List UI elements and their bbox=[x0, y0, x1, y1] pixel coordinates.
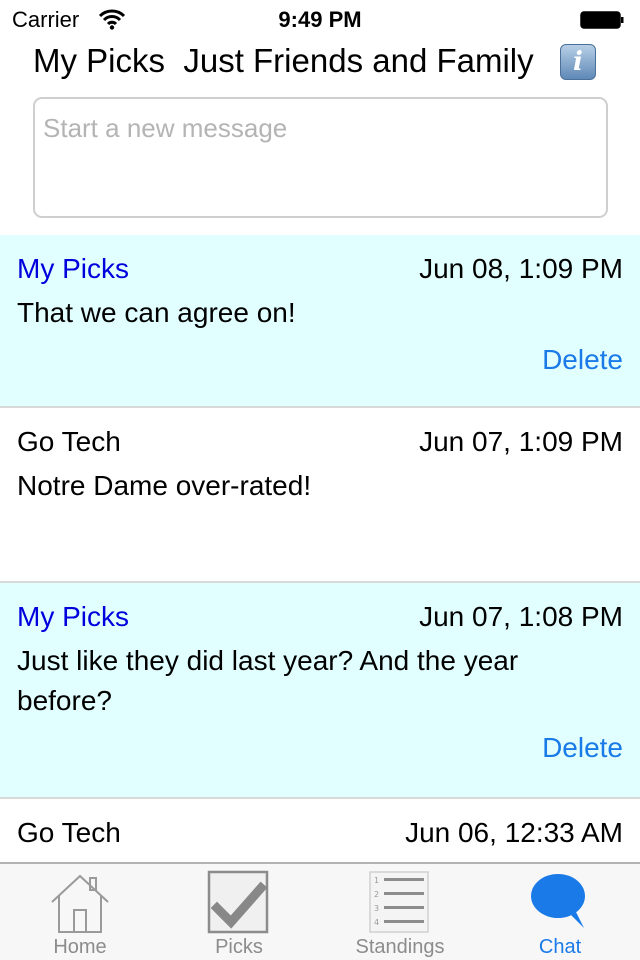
new-message-box[interactable] bbox=[33, 97, 608, 218]
tab-label: Picks bbox=[215, 936, 263, 958]
numbered-list-icon: 1 2 3 4 bbox=[369, 871, 429, 933]
svg-text:2: 2 bbox=[374, 890, 379, 899]
message-item: My Picks Jun 08, 1:09 PM That we can agr… bbox=[0, 235, 640, 408]
chat-bubble-icon bbox=[531, 874, 585, 928]
message-author: Go Tech bbox=[17, 426, 121, 457]
message-author: Go Tech bbox=[17, 817, 121, 848]
new-message-input[interactable] bbox=[35, 99, 606, 216]
delete-button[interactable]: Delete bbox=[542, 732, 623, 764]
message-author: My Picks bbox=[17, 253, 129, 284]
delete-button[interactable]: Delete bbox=[542, 344, 623, 376]
chat-header: My Picks Just Friends and Family i bbox=[0, 40, 640, 90]
message-body: Notre Dame over-rated! bbox=[17, 470, 312, 501]
status-bar: Carrier 9:49 PM bbox=[0, 0, 640, 40]
message-date: Jun 08, 1:09 PM bbox=[419, 253, 623, 284]
page-title: My Picks Just Friends and Family bbox=[33, 42, 534, 79]
tab-label: Chat bbox=[538, 936, 582, 958]
svg-text:4: 4 bbox=[374, 918, 379, 927]
battery-icon bbox=[580, 11, 624, 29]
message-date: Jun 07, 1:08 PM bbox=[419, 601, 623, 632]
svg-text:3: 3 bbox=[374, 904, 379, 913]
message-date: Jun 07, 1:09 PM bbox=[419, 426, 623, 457]
tab-picks[interactable]: Picks bbox=[159, 864, 319, 960]
message-author: My Picks bbox=[17, 601, 129, 632]
message-item: My Picks Jun 07, 1:08 PM Just like they … bbox=[0, 583, 640, 799]
tab-standings[interactable]: 1 2 3 4 Standings bbox=[320, 864, 480, 960]
info-icon[interactable]: i bbox=[560, 44, 596, 80]
message-date: Jun 06, 12:33 AM bbox=[405, 817, 623, 848]
tab-bar: Home Picks 1 2 3 4 Standings Chat bbox=[0, 862, 640, 960]
svg-text:1: 1 bbox=[374, 876, 379, 885]
message-item: Go Tech Jun 07, 1:09 PM Notre Dame over-… bbox=[0, 408, 640, 583]
checkmark-icon bbox=[207, 870, 269, 934]
tab-label: Home bbox=[53, 936, 107, 958]
tab-label: Standings bbox=[355, 936, 445, 958]
tab-chat[interactable]: Chat bbox=[480, 864, 640, 960]
clock: 9:49 PM bbox=[278, 7, 362, 32]
message-item: Go Tech Jun 06, 12:33 AM bbox=[0, 799, 640, 862]
message-body: That we can agree on! bbox=[17, 297, 296, 328]
home-icon bbox=[51, 874, 109, 933]
message-body: Just like they did last year? And the ye… bbox=[17, 645, 519, 716]
message-list[interactable]: My Picks Jun 08, 1:09 PM That we can agr… bbox=[0, 235, 640, 862]
tab-home[interactable]: Home bbox=[0, 864, 160, 960]
